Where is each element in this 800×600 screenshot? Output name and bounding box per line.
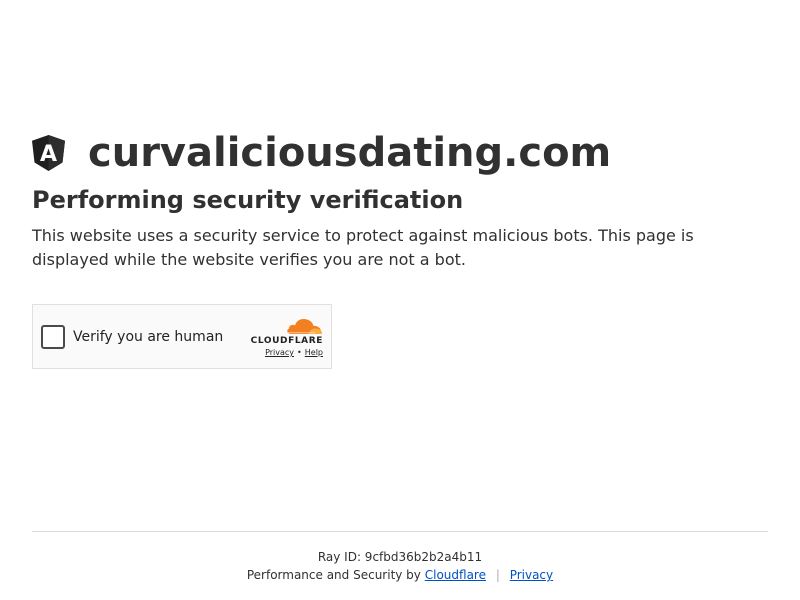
cloudflare-wordmark: CLOUDFLARE <box>250 336 323 346</box>
angular-shield-icon: A <box>32 135 65 171</box>
widget-privacy-link[interactable]: Privacy <box>265 348 294 357</box>
footer-cloudflare-link[interactable]: Cloudflare <box>425 568 486 582</box>
widget-link-separator: • <box>297 348 302 357</box>
footer-privacy-link[interactable]: Privacy <box>510 568 553 582</box>
page-heading: Performing security verification <box>32 186 464 214</box>
verify-checkbox[interactable] <box>41 325 65 349</box>
verify-label[interactable]: Verify you are human <box>73 327 223 347</box>
logo-letter: A <box>40 142 57 167</box>
footer: Ray ID: 9cfbd36b2b2a4b11 Performance and… <box>0 548 800 584</box>
turnstile-widget: Verify you are human CLOUDFLARE Privacy •… <box>32 304 332 369</box>
performance-line: Performance and Security by Cloudflare |… <box>0 566 800 584</box>
cloudflare-cloud-icon <box>287 319 322 334</box>
footer-separator: | <box>495 568 500 582</box>
ray-id: Ray ID: 9cfbd36b2b2a4b11 <box>317 550 483 564</box>
cloudflare-brand: CLOUDFLARE Privacy • Help <box>245 317 323 359</box>
site-title: curvaliciousdating.com <box>88 130 612 176</box>
page-description: This website uses a security service to … <box>32 226 694 269</box>
widget-links: Privacy • Help <box>245 347 323 359</box>
main-content: A curvaliciousdating.com Performing secu… <box>32 128 768 369</box>
widget-help-link[interactable]: Help <box>305 348 323 357</box>
site-header: A curvaliciousdating.com <box>32 128 768 178</box>
performance-text: Performance and Security by <box>246 568 421 582</box>
footer-divider <box>32 531 768 532</box>
